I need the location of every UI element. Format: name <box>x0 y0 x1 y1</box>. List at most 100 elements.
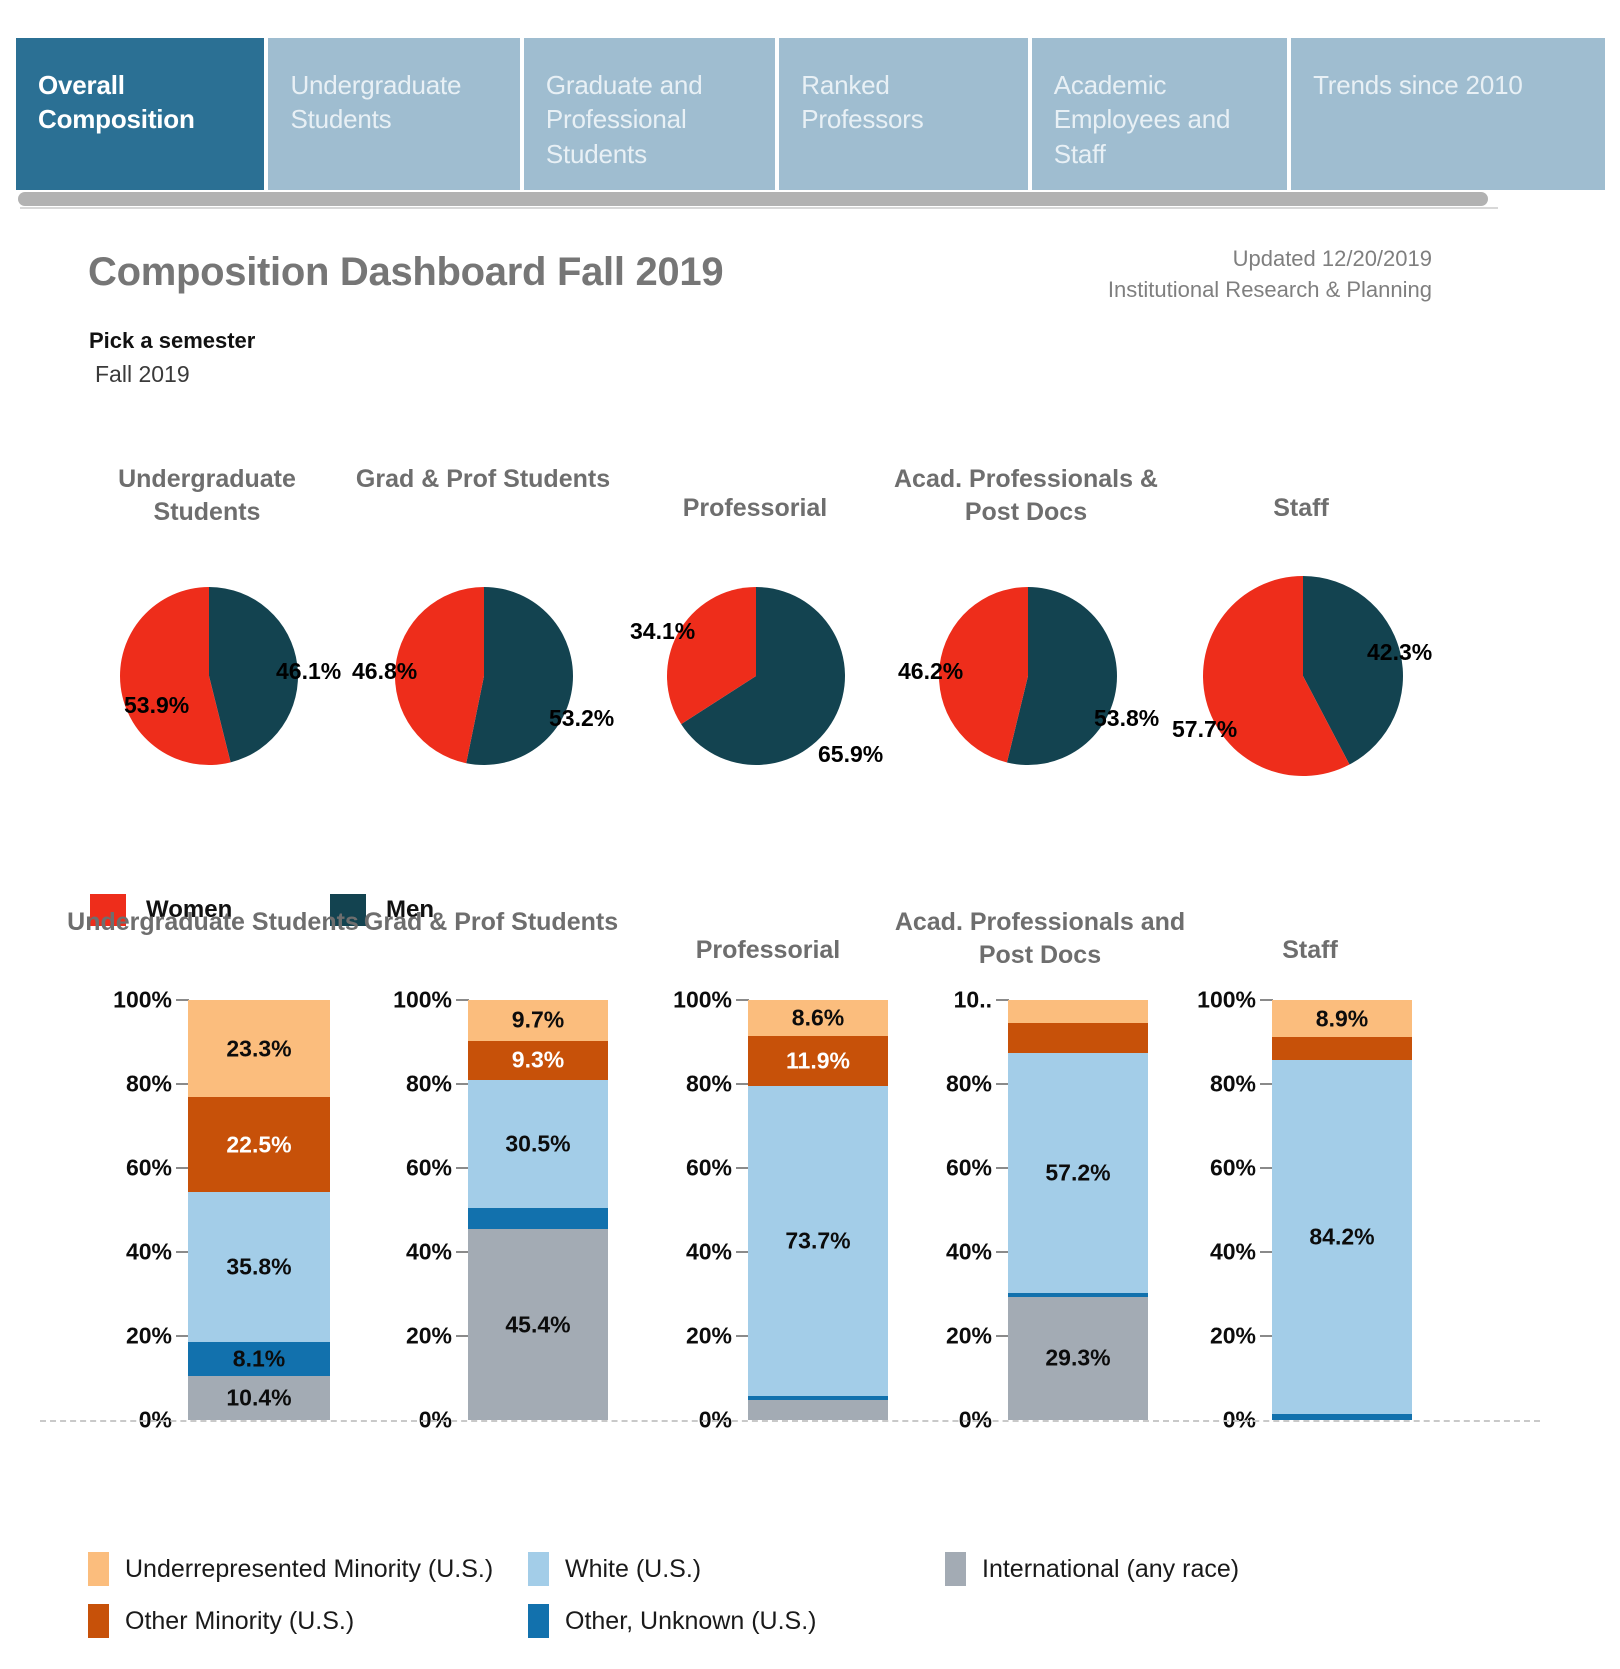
y-axis-tick-label: 10.. <box>953 986 992 1013</box>
y-axis-tick-label: 40% <box>125 1238 172 1265</box>
legend-item-other-minority[interactable]: Other Minority (U.S.) <box>88 1604 354 1638</box>
y-axis-tick-label: 20% <box>405 1322 452 1349</box>
pie-chart[interactable] <box>1201 574 1405 778</box>
legend-swatch-white <box>528 1552 549 1586</box>
y-axis-tick-label: 60% <box>945 1154 992 1181</box>
pie-chart[interactable] <box>665 585 847 767</box>
bar-segment-label: 22.5% <box>226 1131 292 1158</box>
pie-slice-label: 46.1% <box>276 658 342 684</box>
tab-academic-employees-and-staff[interactable]: Academic Employees and Staff <box>1031 38 1288 190</box>
legend-label-other-unknown: Other, Unknown (U.S.) <box>565 1606 817 1635</box>
y-axis-tick-label: 60% <box>1209 1154 1256 1181</box>
pie-slice-label: 57.7% <box>1172 716 1238 742</box>
bar-segment-label: 35.8% <box>226 1253 292 1280</box>
y-axis-tick-label: 40% <box>1209 1238 1256 1265</box>
stacked-bar[interactable]: 84.2% 8.9% <box>1272 1000 1412 1420</box>
legend-swatch-international <box>945 1552 966 1586</box>
bar-segment[interactable] <box>1008 1023 1148 1053</box>
y-axis-tick-label: 20% <box>1209 1322 1256 1349</box>
bar-segment-label: 30.5% <box>505 1130 571 1157</box>
y-axis-tick-label: 40% <box>945 1238 992 1265</box>
stacked-bar[interactable]: 10.4% 8.1% 35.8% 22.5% 23.3% <box>188 999 330 1420</box>
bar-segment-label: 84.2% <box>1309 1223 1375 1250</box>
pie-slice-label: 46.2% <box>898 658 964 684</box>
bar-segment-label: 9.7% <box>511 1006 565 1033</box>
bar-segment[interactable] <box>1008 1292 1148 1297</box>
legend-swatch-other-unknown <box>528 1604 549 1638</box>
legend-label-underrepresented-minority: Underrepresented Minority (U.S.) <box>125 1554 494 1583</box>
legend-label-white: White (U.S.) <box>565 1554 702 1583</box>
bar-segment-label: 9.3% <box>511 1046 565 1073</box>
y-axis-tick-label: 80% <box>405 1070 452 1097</box>
page-title: Composition Dashboard Fall 2019 <box>88 250 724 294</box>
y-axis-tick-label: 80% <box>685 1070 732 1097</box>
pie-chart-title: Grad & Prof Students <box>355 465 611 493</box>
bar-segment-label: 23.3% <box>226 1035 292 1061</box>
bar-segment[interactable] <box>468 1207 608 1230</box>
legend-label-international: International (any race) <box>982 1554 1240 1583</box>
bar-chart-title: Staff <box>1282 936 1338 964</box>
legend-item-international[interactable]: International (any race) <box>945 1552 1239 1586</box>
updated-info: Updated 12/20/2019 Institutional Researc… <box>1108 243 1432 305</box>
y-axis-tick-label: 100% <box>393 986 452 1013</box>
semester-picker-label: Pick a semester <box>89 328 256 353</box>
bar-chart-title: Acad. Professionals and Post Docs <box>894 908 1186 969</box>
bar-chart-title: Grad & Prof Students <box>363 908 619 936</box>
tab-bar: Overall Composition Undergraduate Studen… <box>16 38 1605 190</box>
legend-swatch-other-minority <box>88 1604 109 1638</box>
legend-label-other-minority: Other Minority (U.S.) <box>125 1606 355 1635</box>
y-axis-tick-label: 20% <box>685 1322 732 1349</box>
y-axis-tick-label: 40% <box>685 1238 732 1265</box>
y-axis-tick-label: 80% <box>125 1070 172 1097</box>
bar-segment-label: 45.4% <box>505 1311 571 1338</box>
pie-chart-title: Undergraduate Students <box>118 465 296 526</box>
pie-chart-title: Acad. Professionals & Post Docs <box>894 465 1158 526</box>
semester-picker-value[interactable]: Fall 2019 <box>95 361 190 388</box>
legend-swatch-underrepresented-minority <box>88 1552 109 1586</box>
bar-chart-baseline <box>40 1420 1540 1422</box>
y-axis-tick-label: 60% <box>125 1154 172 1181</box>
tab-graduate-and-professional-students[interactable]: Graduate and Professional Students <box>523 38 776 190</box>
horizontal-scrollbar-thumb[interactable] <box>18 192 1488 206</box>
tab-overall-composition[interactable]: Overall Composition <box>16 38 265 190</box>
legend-item-underrepresented-minority[interactable]: Underrepresented Minority (U.S.) <box>88 1552 493 1586</box>
pie-slice-label: 65.9% <box>818 741 884 767</box>
y-axis-tick-label: 100% <box>1197 986 1256 1013</box>
legend-item-other-unknown[interactable]: Other, Unknown (U.S.) <box>528 1604 816 1638</box>
pie-chart-title: Professorial <box>682 494 828 522</box>
y-axis-tick-label: 80% <box>1209 1070 1256 1097</box>
pie-slice-label: 53.2% <box>549 705 615 731</box>
bar-chart-title: Undergraduate Students <box>67 908 359 936</box>
pie-slice-label: 42.3% <box>1367 639 1433 665</box>
y-axis-tick-label: 100% <box>113 986 172 1013</box>
pie-slice-label: 34.1% <box>630 618 696 644</box>
y-axis-tick-label: 20% <box>945 1322 992 1349</box>
y-axis-tick-label: 60% <box>685 1154 732 1181</box>
tab-trends-since-2010[interactable]: Trends since 2010 <box>1291 38 1605 190</box>
y-axis-tick-label: 100% <box>673 986 732 1013</box>
pie-chart[interactable] <box>937 585 1119 767</box>
y-axis-tick-label: 20% <box>125 1322 172 1349</box>
bar-segment[interactable] <box>748 1395 888 1401</box>
tab-undergraduate-students[interactable]: Undergraduate Students <box>268 38 520 190</box>
legend-item-white[interactable]: White (U.S.) <box>528 1552 701 1586</box>
y-axis-tick-label: 80% <box>945 1070 992 1097</box>
pie-chart-title: Staff <box>1273 494 1329 522</box>
updated-date: Updated 12/20/2019 <box>1232 246 1432 271</box>
bar-segment-label: 8.1% <box>232 1345 286 1372</box>
pie-slice-label: 53.9% <box>124 692 190 718</box>
stacked-bar[interactable]: 29.3% 57.2% <box>1008 1000 1148 1420</box>
y-axis-tick-label: 60% <box>405 1154 452 1181</box>
stacked-bar[interactable]: 45.4% 30.5% 9.3% 9.7% <box>468 1000 608 1420</box>
pie-chart[interactable] <box>393 585 575 767</box>
org-name: Institutional Research & Planning <box>1107 277 1432 303</box>
pie-slice-label: 46.8% <box>352 658 418 684</box>
stacked-bar[interactable]: 73.7% 11.9% 8.6% <box>748 1000 888 1420</box>
tab-ranked-professors[interactable]: Ranked Professors <box>779 38 1028 190</box>
bar-segment-label: 10.4% <box>226 1384 292 1411</box>
pie-chart[interactable] <box>118 585 300 767</box>
bar-segment-label: 8.9% <box>1315 1005 1369 1032</box>
bar-segment[interactable] <box>1272 1037 1412 1061</box>
y-axis-tick-label: 40% <box>405 1238 452 1265</box>
pie-slice-label: 53.8% <box>1094 705 1160 731</box>
